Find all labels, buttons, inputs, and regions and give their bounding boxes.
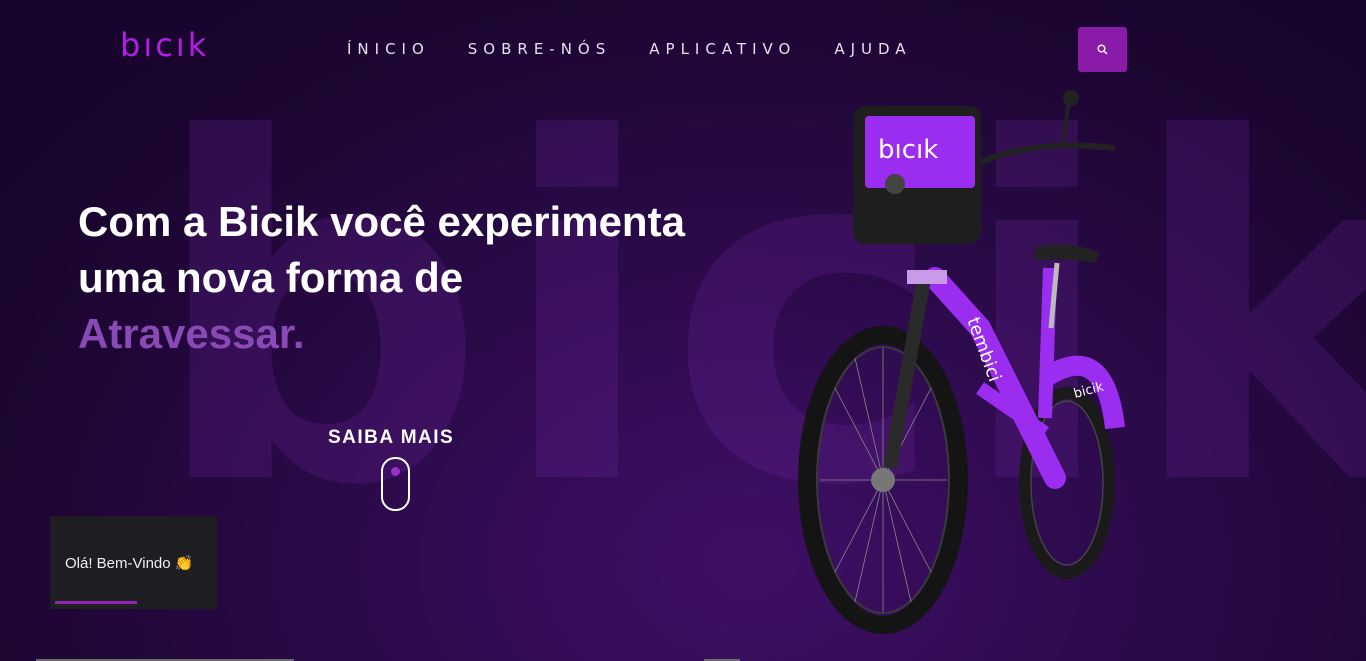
search-button[interactable] <box>1078 27 1127 72</box>
nav-item-inicio[interactable]: ÍNICIO <box>347 40 430 58</box>
bike-image: bicik bıcık tembici <box>798 90 1125 634</box>
hero-line-2: uma nova forma de <box>78 254 464 301</box>
saiba-mais-button[interactable]: SAIBA MAIS <box>328 427 454 449</box>
main-nav: ÍNICIO SOBRE-NÓS APLICATIVO AJUDA <box>347 40 912 58</box>
brand-logo[interactable]: bıcık <box>120 26 209 64</box>
svg-text:bıcık: bıcık <box>878 135 938 165</box>
search-icon <box>1097 44 1108 55</box>
scroll-mouse-icon[interactable] <box>381 457 410 511</box>
nav-item-sobre-nos[interactable]: SOBRE-NÓS <box>468 40 611 58</box>
nav-item-aplicativo[interactable]: APLICATIVO <box>649 40 796 58</box>
toast-message: Olá! Bem-Vindo 👏 <box>65 555 194 572</box>
welcome-toast: Olá! Bem-Vindo 👏 <box>50 516 217 609</box>
nav-item-ajuda[interactable]: AJUDA <box>834 40 911 58</box>
hero-line-1: Com a Bicik você experimenta <box>78 198 685 245</box>
hero-accent-word: Atravessar. <box>78 310 305 357</box>
scroll-wheel-dot <box>391 467 400 476</box>
toast-progress-bar <box>55 601 137 604</box>
hero-heading: Com a Bicik você experimenta uma nova fo… <box>78 194 778 362</box>
